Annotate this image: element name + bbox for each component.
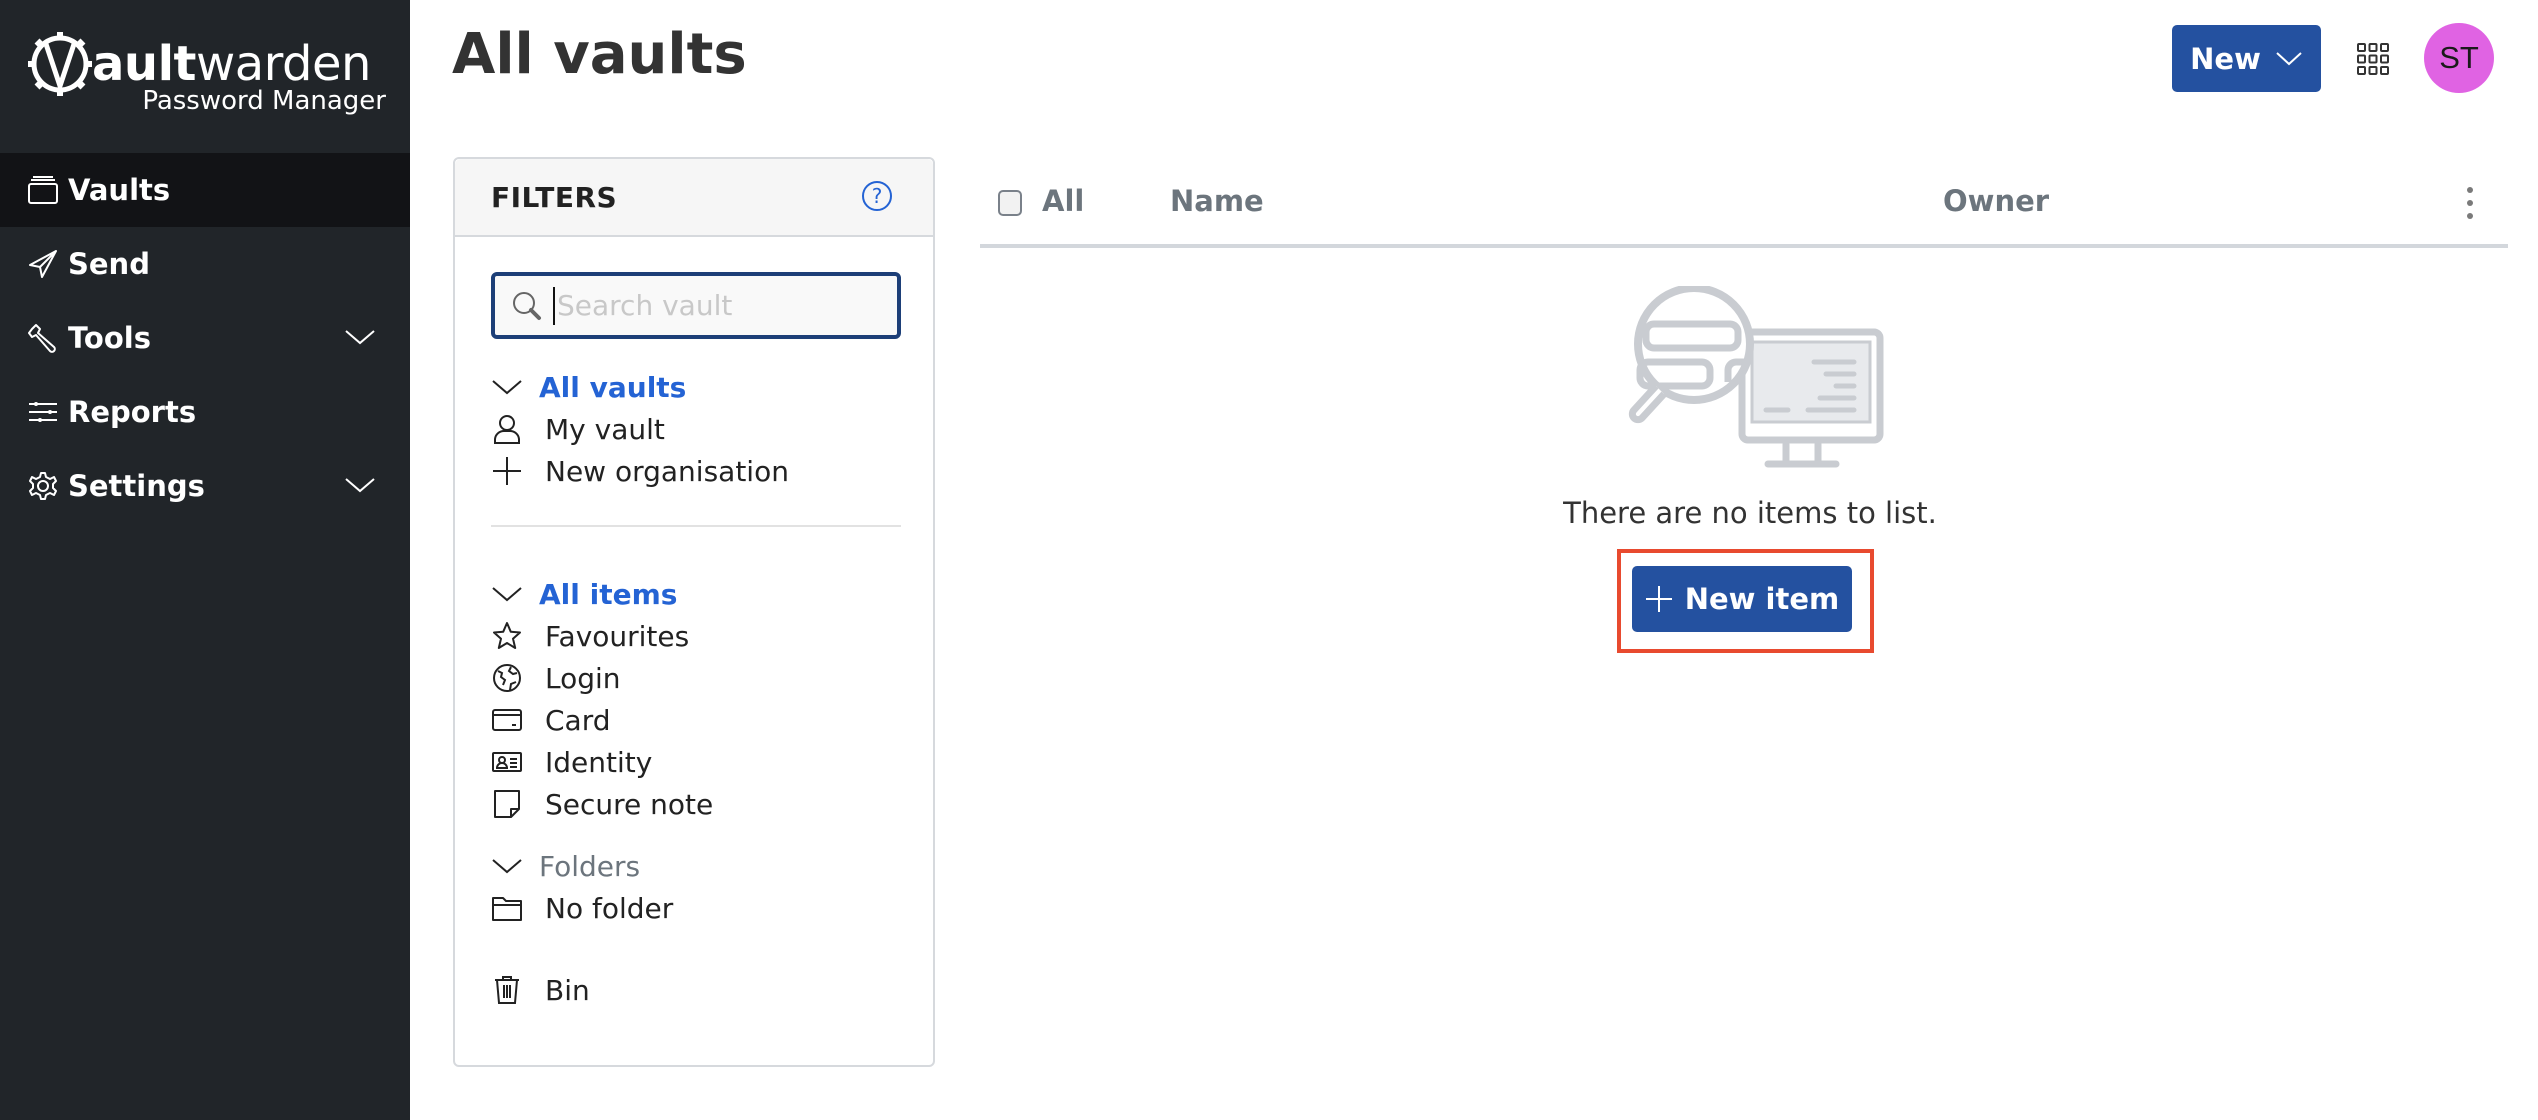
select-all-checkbox[interactable] — [998, 190, 1022, 216]
filters-header: FILTERS ? — [455, 159, 933, 237]
chevron-down-icon — [2276, 51, 2302, 65]
column-header-name[interactable]: Name — [1170, 184, 1264, 218]
filter-divider — [491, 525, 901, 527]
filter-label: New organisation — [545, 454, 789, 488]
sidebar-item-send[interactable]: Send — [0, 227, 410, 301]
filter-label: Secure note — [545, 787, 714, 821]
search-icon — [513, 291, 541, 320]
filter-label: Card — [545, 703, 611, 737]
vault-icon — [28, 175, 58, 205]
new-button-label: New — [2190, 41, 2261, 76]
svg-text:?: ? — [872, 184, 883, 208]
globe-icon — [491, 662, 523, 694]
plus-icon — [491, 455, 523, 487]
filter-heading: All items — [539, 577, 678, 611]
user-icon — [491, 413, 523, 445]
login-filter[interactable]: Login — [491, 657, 911, 699]
new-dropdown-button[interactable]: New — [2172, 25, 2321, 92]
filter-heading: Folders — [539, 849, 641, 883]
sidebar-item-label: Tools — [68, 321, 151, 355]
trash-icon — [491, 974, 523, 1006]
sidebar-item-label: Reports — [68, 395, 197, 429]
filter-label: No folder — [545, 891, 674, 925]
paper-plane-icon — [28, 249, 58, 279]
empty-state-message: There are no items to list. — [1563, 496, 1937, 530]
sidebar-item-label: Send — [68, 247, 150, 281]
sidebar-item-label: Settings — [68, 469, 205, 503]
vault-table-header: All Name Owner — [980, 170, 2508, 248]
plus-icon — [1645, 586, 1672, 612]
new-organisation-filter[interactable]: New organisation — [491, 450, 911, 492]
select-all-label[interactable]: All — [1042, 184, 1084, 218]
column-header-owner[interactable]: Owner — [1943, 184, 2049, 218]
user-avatar[interactable]: ST — [2424, 23, 2494, 93]
brand-subtitle: Password Manager — [142, 86, 386, 116]
new-item-button[interactable]: New item — [1632, 566, 1852, 632]
filter-label: My vault — [545, 412, 665, 446]
gear-icon — [28, 471, 58, 501]
credit-card-icon — [491, 704, 523, 736]
filter-heading: All vaults — [539, 370, 687, 404]
question-circle-icon[interactable]: ? — [861, 180, 893, 212]
card-filter[interactable]: Card — [491, 699, 911, 741]
gear-logo-icon — [28, 32, 92, 96]
favourites-filter[interactable]: Favourites — [491, 615, 911, 657]
text-caret — [553, 286, 555, 325]
vaults-filter-list: All vaults My vault New organisation — [491, 366, 911, 492]
search-vault-input[interactable] — [557, 289, 877, 322]
sidebar-nav: Vaults Send Tools Reports Settings — [0, 153, 410, 523]
sidebar-item-tools[interactable]: Tools — [0, 301, 410, 375]
filters-panel: FILTERS ? All vaults My vault New organi… — [453, 157, 935, 1067]
filter-label: Login — [545, 661, 621, 695]
vaultwarden-logo[interactable]: aultwarden Password Manager — [26, 30, 386, 120]
sidebar: aultwarden Password Manager Vaults Send … — [0, 0, 410, 1120]
more-options-icon[interactable] — [2466, 186, 2474, 220]
brand-name: aultwarden — [92, 36, 371, 92]
bin-filter-list: Bin — [491, 969, 911, 1011]
sidebar-item-settings[interactable]: Settings — [0, 449, 410, 523]
sticky-note-icon — [491, 788, 523, 820]
identity-filter[interactable]: Identity — [491, 741, 911, 783]
chevron-down-icon[interactable] — [491, 377, 523, 397]
folders-filter[interactable]: Folders — [491, 845, 911, 887]
chevron-down-icon[interactable] — [344, 325, 376, 349]
sidebar-item-vaults[interactable]: Vaults — [0, 153, 410, 227]
sliders-icon — [28, 397, 58, 427]
page-title: All vaults — [452, 22, 747, 87]
id-card-icon — [491, 746, 523, 778]
my-vault-filter[interactable]: My vault — [491, 408, 911, 450]
sidebar-item-reports[interactable]: Reports — [0, 375, 410, 449]
chevron-down-icon[interactable] — [344, 473, 376, 497]
star-icon — [491, 620, 523, 652]
filter-label: Bin — [545, 973, 590, 1007]
bin-filter[interactable]: Bin — [491, 969, 911, 1011]
search-vault-field[interactable] — [491, 272, 901, 339]
app-switcher-icon[interactable] — [2356, 42, 2390, 76]
filters-title: FILTERS — [491, 181, 618, 214]
folders-filter-list: Folders No folder — [491, 845, 911, 929]
types-filter-list: All items Favourites Login Card Identity — [491, 573, 911, 825]
secure-note-filter[interactable]: Secure note — [491, 783, 911, 825]
filter-label: Favourites — [545, 619, 690, 653]
sidebar-item-label: Vaults — [68, 173, 171, 207]
chevron-down-icon[interactable] — [491, 584, 523, 604]
no-items-illustration-icon — [1628, 286, 1884, 468]
new-item-label: New item — [1684, 582, 1840, 616]
no-folder-filter[interactable]: No folder — [491, 887, 911, 929]
all-items-filter[interactable]: All items — [491, 573, 911, 615]
wrench-icon — [28, 323, 58, 353]
all-vaults-filter[interactable]: All vaults — [491, 366, 911, 408]
filter-label: Identity — [545, 745, 653, 779]
folder-icon — [491, 892, 523, 924]
chevron-down-icon[interactable] — [491, 856, 523, 876]
